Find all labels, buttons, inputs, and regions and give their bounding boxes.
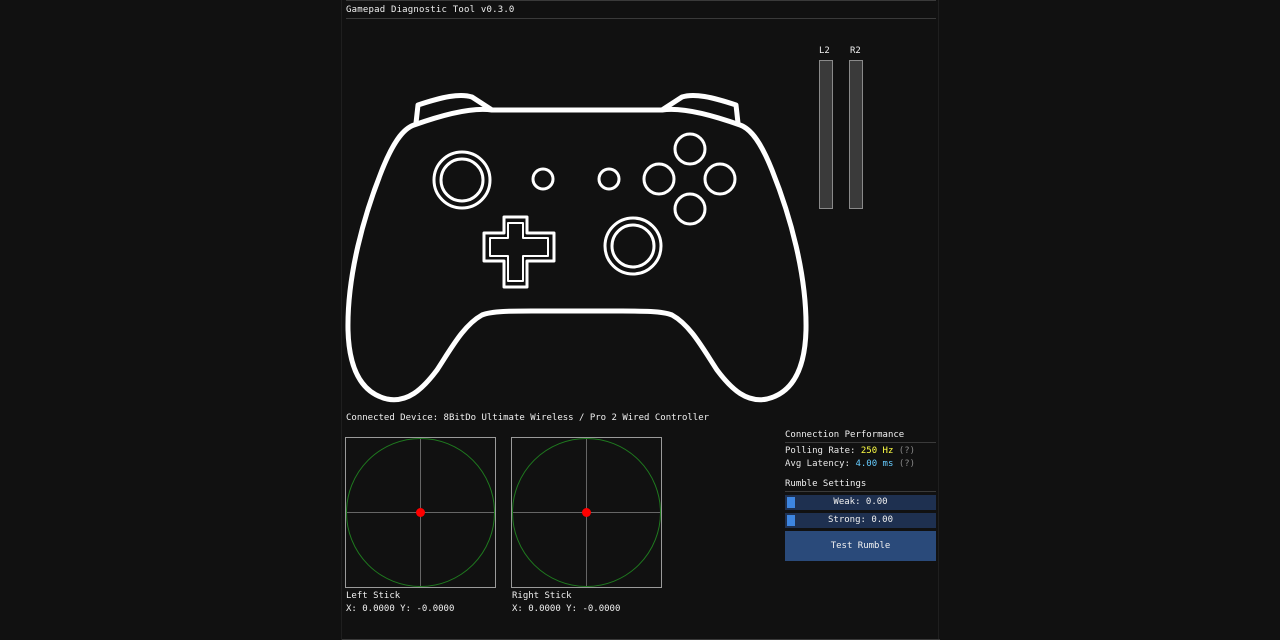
weak-rumble-slider[interactable]: Weak: 0.00 <box>785 495 936 510</box>
l2-trigger-bar <box>819 60 833 209</box>
polling-rate-value: 250 Hz <box>860 446 894 456</box>
connected-device-text: Connected Device: 8BitDo Ultimate Wirele… <box>346 413 710 423</box>
start-button-shape <box>597 167 621 191</box>
right-stick-visualizer <box>511 437 662 588</box>
right-stick-cap <box>610 223 656 269</box>
left-stick-position-dot <box>416 508 425 517</box>
right-stick-position-dot <box>582 508 591 517</box>
polling-rate-help-icon[interactable]: (?) <box>899 446 915 456</box>
face-button-bottom <box>673 192 707 226</box>
r2-trigger-bar <box>849 60 863 209</box>
polling-rate-row: Polling Rate: 250 Hz (?) <box>785 445 936 458</box>
face-button-left <box>642 162 676 196</box>
left-stick-label: Left Stick <box>346 591 401 601</box>
avg-latency-label: Avg Latency: <box>785 459 856 469</box>
settings-panel: Connection Performance Polling Rate: 250… <box>785 428 936 561</box>
polling-rate-label: Polling Rate: <box>785 446 861 456</box>
controller-body-outline <box>345 106 809 403</box>
l2-label: L2 <box>819 46 830 56</box>
select-button-shape <box>531 167 555 191</box>
left-stick-visualizer <box>345 437 496 588</box>
strong-slider-label: Strong: 0.00 <box>827 515 894 525</box>
left-stick-readout: X: 0.0000 Y: -0.0000 <box>346 604 455 614</box>
face-button-right <box>703 162 737 196</box>
window-title: Gamepad Diagnostic Tool v0.3.0 <box>346 5 515 15</box>
right-stick-label: Right Stick <box>512 591 572 601</box>
controller-diagram <box>345 92 809 403</box>
r2-label: R2 <box>850 46 861 56</box>
right-stick-plot <box>512 438 661 587</box>
dpad-outline <box>482 215 556 289</box>
face-button-top <box>673 132 707 166</box>
avg-latency-help-icon[interactable]: (?) <box>899 459 915 469</box>
right-stick-readout: X: 0.0000 Y: -0.0000 <box>512 604 621 614</box>
diagnostic-window: Gamepad Diagnostic Tool v0.3.0 L2 R2 Con… <box>341 0 940 640</box>
title-bar[interactable]: Gamepad Diagnostic Tool v0.3.0 <box>346 0 936 19</box>
avg-latency-value: 4.00 ms <box>855 459 894 469</box>
strong-rumble-slider[interactable]: Strong: 0.00 <box>785 513 936 528</box>
rumble-settings-title: Rumble Settings <box>785 477 936 492</box>
left-stick-cap <box>439 157 485 203</box>
connection-performance-title: Connection Performance <box>785 428 936 443</box>
left-stick-plot <box>346 438 495 587</box>
test-rumble-button[interactable]: Test Rumble <box>785 531 936 561</box>
weak-slider-label: Weak: 0.00 <box>833 497 888 507</box>
avg-latency-row: Avg Latency: 4.00 ms (?) <box>785 458 936 471</box>
